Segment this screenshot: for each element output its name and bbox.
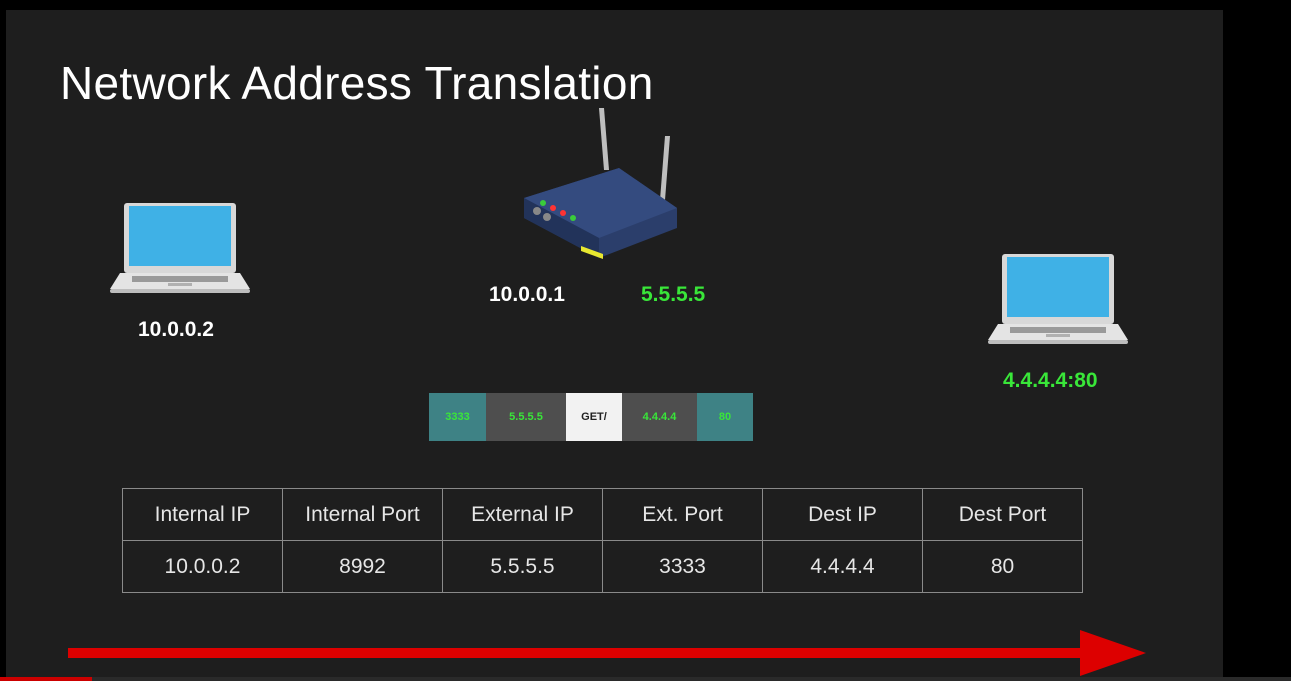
slide-title: Network Address Translation	[60, 57, 654, 109]
slide: Network Address Translation 10.0.0.2 10.…	[6, 10, 1223, 681]
header-ext-port: Ext. Port	[602, 488, 763, 541]
packet-dest-ip: 4.4.4.4	[622, 393, 697, 441]
cell-ext-port: 3333	[602, 540, 763, 593]
packet: 3333 5.5.5.5 GET/ 4.4.4.4 80	[429, 393, 753, 441]
cell-dest-ip: 4.4.4.4	[762, 540, 923, 593]
table-row: 10.0.0.2 8992 5.5.5.5 3333 4.4.4.4 80	[122, 540, 1083, 593]
client-ip-label: 10.0.0.2	[138, 318, 214, 341]
header-internal-ip: Internal IP	[122, 488, 283, 541]
cell-external-ip: 5.5.5.5	[442, 540, 603, 593]
laptop-icon	[110, 203, 250, 293]
nat-table-header-row: Internal IP Internal Port External IP Ex…	[122, 488, 1083, 541]
packet-dest-port: 80	[697, 393, 753, 441]
cell-internal-ip: 10.0.0.2	[122, 540, 283, 593]
header-dest-port: Dest Port	[922, 488, 1083, 541]
header-external-ip: External IP	[442, 488, 603, 541]
arrow-right-icon	[68, 630, 1146, 676]
packet-payload: GET/	[566, 393, 622, 441]
video-progress-bar[interactable]	[0, 677, 1291, 681]
header-dest-ip: Dest IP	[762, 488, 923, 541]
router-icon	[524, 108, 677, 259]
server-address-label: 4.4.4.4:80	[1003, 369, 1098, 392]
nat-table: Internal IP Internal Port External IP Ex…	[122, 488, 1083, 593]
video-progress-fill	[0, 677, 92, 681]
laptop-icon	[988, 254, 1128, 344]
router-internal-ip-label: 10.0.0.1	[489, 283, 565, 306]
packet-src-port: 3333	[429, 393, 486, 441]
cell-dest-port: 80	[922, 540, 1083, 593]
router-external-ip-label: 5.5.5.5	[641, 283, 706, 306]
packet-src-ip: 5.5.5.5	[486, 393, 566, 441]
cell-internal-port: 8992	[282, 540, 443, 593]
header-internal-port: Internal Port	[282, 488, 443, 541]
